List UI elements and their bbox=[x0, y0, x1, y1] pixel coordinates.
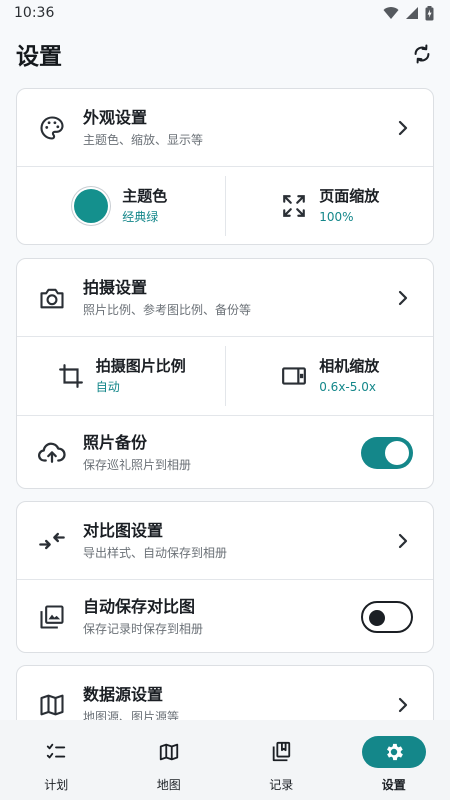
crop-icon bbox=[56, 361, 86, 391]
compare-text: 对比图设置 导出样式、自动保存到相册 bbox=[83, 520, 393, 562]
map-icon bbox=[37, 690, 67, 720]
viewfinder-icon bbox=[279, 361, 309, 391]
photo-backup-subtitle: 保存巡礼照片到相册 bbox=[83, 458, 192, 472]
nav-label: 地图 bbox=[156, 778, 181, 792]
photo-backup-text: 照片备份 保存巡礼照片到相册 bbox=[83, 432, 361, 474]
theme-color-swatch bbox=[74, 189, 109, 223]
capture-settings-row[interactable]: 拍摄设置 照片比例、参考图比例、备份等 bbox=[17, 259, 433, 336]
theme-color-value: 经典绿 bbox=[122, 210, 159, 224]
compare-settings-row[interactable]: 对比图设置 导出样式、自动保存到相册 bbox=[17, 502, 433, 579]
chevron-right-icon bbox=[393, 695, 413, 715]
camera-icon bbox=[37, 283, 67, 313]
photo-ratio-value: 自动 bbox=[95, 380, 120, 394]
theme-color-cell[interactable]: 主题色 经典绿 bbox=[17, 167, 225, 244]
appearance-split-row: 主题色 经典绿 页面缩放 100% bbox=[17, 167, 434, 244]
app-header: 设置 bbox=[0, 30, 450, 78]
auto-save-compare-title: 自动保存对比图 bbox=[83, 597, 196, 616]
nav-item-settings[interactable]: 设置 bbox=[338, 720, 450, 800]
page-title: 设置 bbox=[16, 44, 62, 70]
bookmark-stack-icon bbox=[249, 736, 313, 768]
appearance-subtitle: 主题色、缩放、显示等 bbox=[83, 132, 204, 147]
photo-backup-row[interactable]: 照片备份 保存巡礼照片到相册 bbox=[17, 416, 433, 488]
camera-zoom-label: 相机缩放 bbox=[319, 357, 380, 375]
auto-save-compare-subtitle: 保存记录时保存到相册 bbox=[83, 622, 204, 636]
theme-color-text: 主题色 经典绿 bbox=[122, 186, 167, 226]
battery-icon bbox=[425, 5, 434, 20]
wifi-icon bbox=[383, 7, 399, 20]
datasource-title: 数据源设置 bbox=[83, 684, 164, 704]
camera-zoom-cell[interactable]: 相机缩放 0.6x-5.0x bbox=[226, 337, 434, 415]
capture-text: 拍摄设置 照片比例、参考图比例、备份等 bbox=[83, 277, 393, 319]
checklist-icon bbox=[24, 736, 88, 768]
appearance-title: 外观设置 bbox=[83, 107, 148, 127]
nav-label: 设置 bbox=[381, 778, 406, 792]
capture-subtitle: 照片比例、参考图比例、备份等 bbox=[83, 302, 252, 317]
palette-icon bbox=[37, 113, 67, 143]
status-time: 10:36 bbox=[14, 5, 55, 21]
signal-icon bbox=[406, 7, 418, 19]
nav-item-plan[interactable]: 计划 bbox=[0, 720, 113, 800]
page-zoom-text: 页面缩放 100% bbox=[319, 186, 379, 226]
chevron-right-icon bbox=[393, 288, 413, 308]
appearance-card: 外观设置 主题色、缩放、显示等 主题色 经典绿 页面缩放 100% bbox=[16, 88, 434, 245]
compare-title: 对比图设置 bbox=[83, 520, 164, 540]
bottom-nav: 计划 地图 记录 设置 bbox=[0, 720, 450, 800]
nav-item-map[interactable]: 地图 bbox=[113, 720, 226, 800]
appearance-settings-row[interactable]: 外观设置 主题色、缩放、显示等 bbox=[17, 89, 433, 166]
toggle-knob bbox=[385, 441, 409, 465]
status-bar: 10:36 bbox=[0, 0, 450, 26]
nav-label: 记录 bbox=[269, 778, 294, 792]
photo-backup-title: 照片备份 bbox=[83, 433, 148, 452]
page-zoom-value: 100% bbox=[319, 210, 354, 224]
camera-zoom-value: 0.6x-5.0x bbox=[319, 380, 376, 394]
page-zoom-label: 页面缩放 bbox=[319, 187, 380, 205]
auto-save-compare-row[interactable]: 自动保存对比图 保存记录时保存到相册 bbox=[17, 580, 433, 652]
capture-title: 拍摄设置 bbox=[83, 277, 148, 297]
photo-backup-toggle[interactable] bbox=[361, 437, 413, 469]
compare-arrows-icon bbox=[37, 526, 67, 556]
gear-icon bbox=[361, 736, 426, 768]
appearance-text: 外观设置 主题色、缩放、显示等 bbox=[83, 107, 393, 149]
photo-ratio-cell[interactable]: 拍摄图片比例 自动 bbox=[17, 337, 225, 415]
map-icon bbox=[137, 736, 201, 768]
nav-item-records[interactable]: 记录 bbox=[225, 720, 338, 800]
cloud-upload-icon bbox=[37, 438, 67, 468]
compare-card: 对比图设置 导出样式、自动保存到相册 自动保存对比图 保存记录时保存到相册 bbox=[16, 501, 434, 653]
chevron-right-icon bbox=[393, 118, 413, 138]
photo-ratio-text: 拍摄图片比例 自动 bbox=[96, 356, 186, 396]
sync-button[interactable] bbox=[408, 40, 436, 68]
capture-split-row: 拍摄图片比例 自动 相机缩放 0.6x-5.0x bbox=[17, 337, 433, 415]
expand-icon bbox=[279, 191, 309, 221]
photo-library-icon bbox=[37, 602, 67, 632]
theme-color-label: 主题色 bbox=[122, 187, 168, 205]
nav-label: 计划 bbox=[44, 778, 69, 792]
toggle-knob bbox=[369, 610, 385, 626]
status-icons bbox=[383, 5, 434, 21]
camera-zoom-text: 相机缩放 0.6x-5.0x bbox=[319, 356, 379, 396]
page-zoom-cell[interactable]: 页面缩放 100% bbox=[226, 167, 434, 244]
chevron-right-icon bbox=[393, 531, 413, 551]
compare-subtitle: 导出样式、自动保存到相册 bbox=[83, 545, 228, 560]
auto-save-compare-toggle[interactable] bbox=[361, 601, 413, 633]
photo-ratio-label: 拍摄图片比例 bbox=[95, 357, 186, 375]
capture-card: 拍摄设置 照片比例、参考图比例、备份等 拍摄图片比例 自动 相机缩放 0.6x-… bbox=[16, 258, 434, 489]
auto-save-compare-text: 自动保存对比图 保存记录时保存到相册 bbox=[83, 596, 361, 638]
sync-icon bbox=[414, 44, 430, 64]
